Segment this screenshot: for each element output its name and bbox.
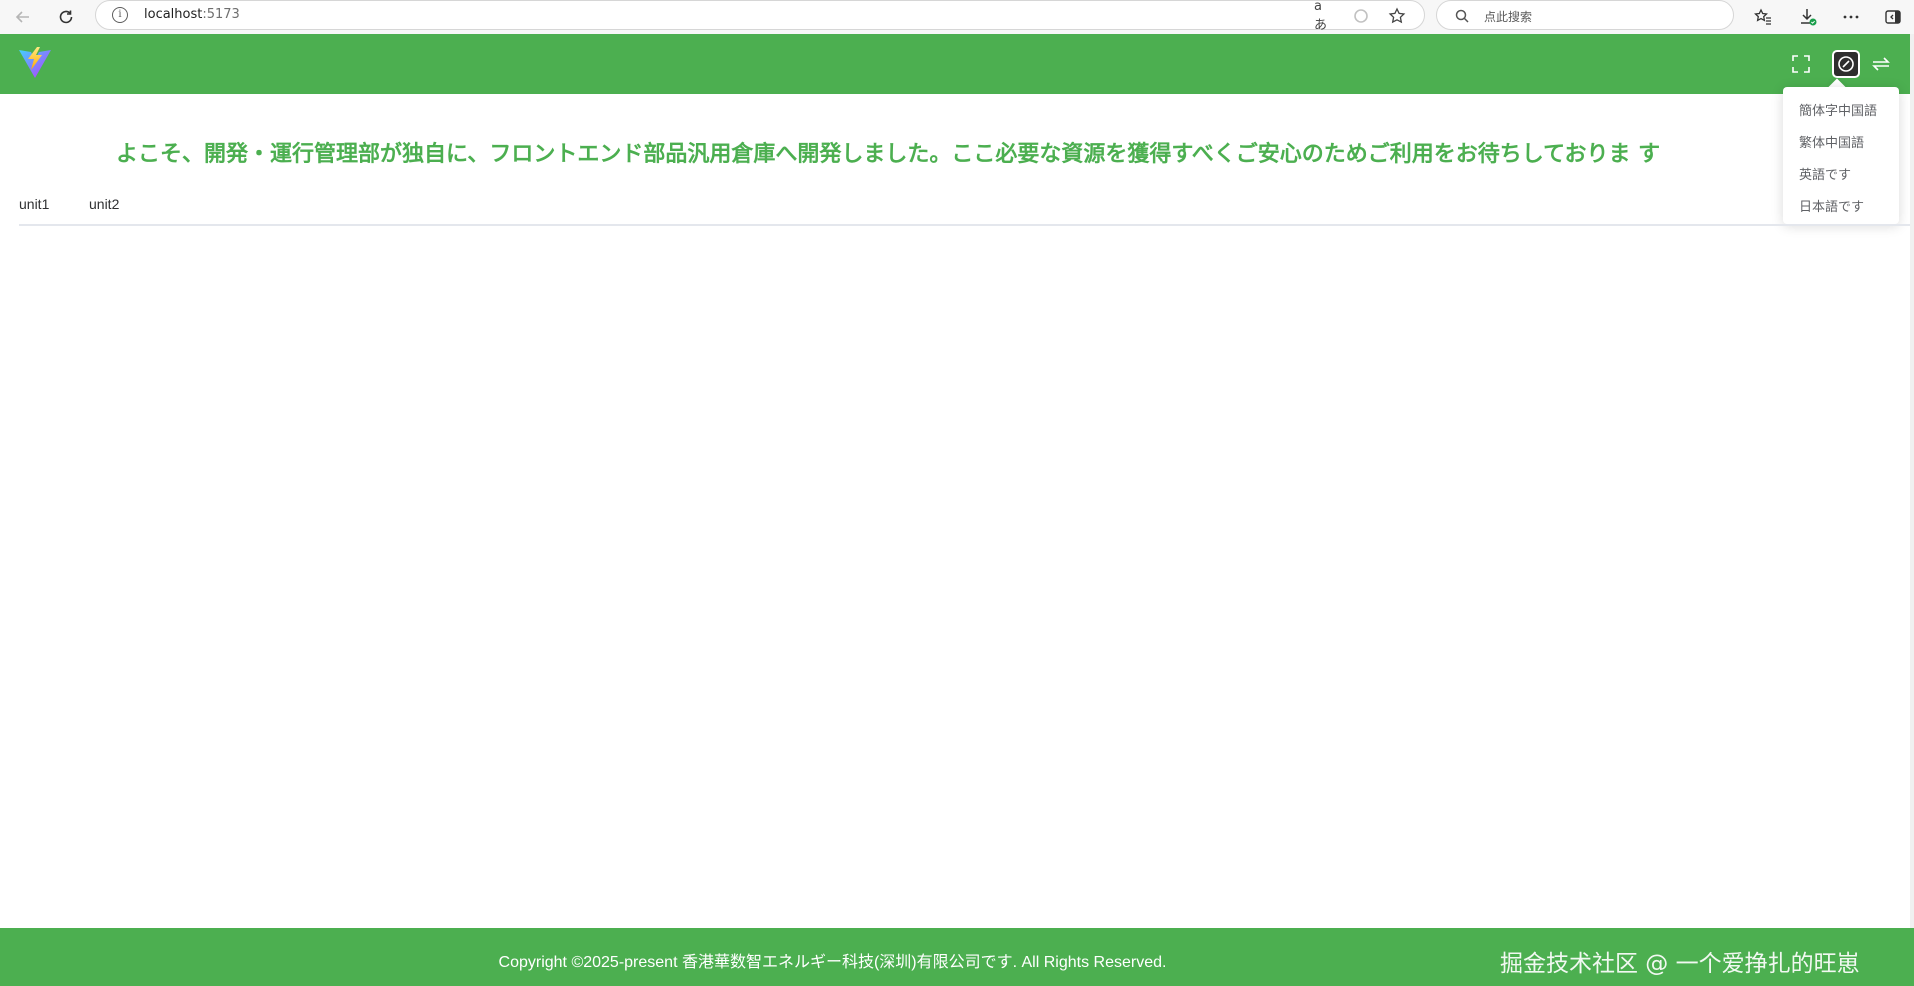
- reload-button[interactable]: [53, 4, 79, 30]
- footer: Copyright ©2025-present 香港華数智エネルギー科技(深圳)…: [0, 928, 1914, 986]
- tab-unit2[interactable]: unit2: [89, 196, 119, 212]
- read-aloud-icon[interactable]: aあ: [1314, 0, 1334, 33]
- downloads-icon[interactable]: [1795, 4, 1821, 30]
- switch-icon: [1872, 57, 1890, 71]
- reload-icon: [59, 10, 73, 24]
- sidebar-toggle-icon[interactable]: [1880, 4, 1906, 30]
- language-button[interactable]: [1832, 50, 1860, 78]
- watermark-text: 掘金技术社区 @ 一个爱挣扎的旺崽: [1500, 951, 1860, 977]
- browser-toolbar: i localhost:5173 aあ 点此搜索: [0, 0, 1914, 35]
- welcome-message: よこそ、開発・運行管理部が独自に、フロントエンド部品汎用倉庫へ開発しました。ここ…: [116, 142, 1661, 167]
- fullscreen-icon: [1792, 55, 1810, 73]
- more-menu-icon[interactable]: [1838, 4, 1864, 30]
- back-arrow-icon: [15, 11, 29, 23]
- url-text: localhost:5173: [144, 7, 240, 22]
- switch-button[interactable]: [1867, 50, 1895, 78]
- app-header: [0, 34, 1914, 94]
- unit-tabs: unit1 unit2: [19, 190, 1912, 226]
- search-placeholder: 点此搜索: [1484, 10, 1533, 24]
- page-scrollbar[interactable]: [1910, 34, 1914, 928]
- favorite-star-icon[interactable]: [1387, 6, 1407, 26]
- search-icon: [1455, 9, 1469, 23]
- favorites-icon[interactable]: [1750, 4, 1776, 30]
- vite-logo-icon[interactable]: [17, 46, 53, 80]
- address-bar[interactable]: i localhost:5173 aあ: [95, 0, 1425, 33]
- lang-option-traditional-chinese[interactable]: 繁体中国語: [1799, 132, 1864, 151]
- fullscreen-button[interactable]: [1787, 50, 1815, 78]
- tab-unit1[interactable]: unit1: [19, 196, 49, 212]
- copyright-text: Copyright ©2025-present 香港華数智エネルギー科技(深圳)…: [498, 954, 1167, 971]
- site-info-icon[interactable]: i: [112, 7, 128, 23]
- lang-option-english[interactable]: 英語です: [1799, 164, 1851, 183]
- back-button[interactable]: [10, 4, 36, 30]
- language-icon: [1838, 56, 1854, 72]
- browser-search-input[interactable]: 点此搜索: [1436, 0, 1734, 30]
- refresh-translate-icon[interactable]: [1351, 6, 1371, 26]
- lang-option-simplified-chinese[interactable]: 簡体字中国語: [1799, 100, 1877, 119]
